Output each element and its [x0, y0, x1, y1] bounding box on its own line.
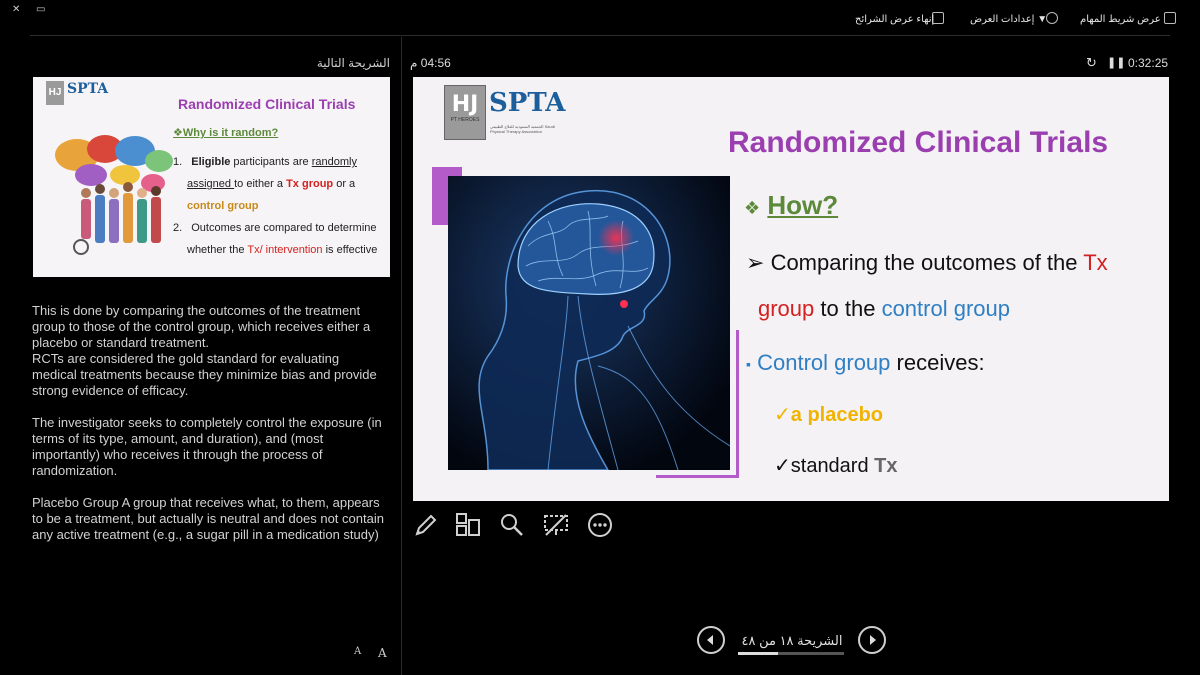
thumb-logo-spa: SPTA: [67, 81, 109, 97]
thumb-item2-a: Outcomes are compared to determine: [191, 222, 377, 234]
display-settings-button[interactable]: ▼ إعدادات العرض: [970, 14, 1047, 25]
thumb-item1-assigned: assigned: [187, 178, 235, 190]
more-icon[interactable]: [587, 512, 613, 538]
increase-font-button[interactable]: A: [378, 646, 387, 660]
notes-paragraph-1: This is done by comparing the outcomes o…: [32, 303, 377, 398]
restore-window-icon[interactable]: ▭: [36, 4, 45, 15]
decrease-font-button[interactable]: A: [354, 646, 361, 657]
thumb-item-2: 2. Outcomes are compared to determine wh…: [173, 217, 388, 261]
display-settings-label: إعدادات العرض: [970, 14, 1035, 25]
notes-paragraph-3: Placebo Group A group that receives what…: [32, 495, 384, 542]
group-text: group: [758, 296, 815, 321]
thumb-item1-either: to either a: [234, 178, 287, 190]
pen-icon[interactable]: [413, 512, 439, 538]
thumb-title: Randomized Clinical Trials: [178, 96, 356, 112]
taskbar-icon[interactable]: [1164, 12, 1176, 24]
elapsed-timer: 0:32:25: [1128, 56, 1169, 70]
thumb-item1-text: participants are: [230, 156, 312, 168]
comparing-text: Comparing the outcomes of the: [770, 250, 1084, 275]
square-bullet-icon: ▪: [746, 356, 751, 373]
diamond-bullet-icon: ❖: [744, 198, 761, 218]
control-group-label: Control group: [757, 350, 891, 375]
slide-progress-fill: [738, 652, 778, 655]
spta-logo: SPTA: [489, 88, 566, 118]
bullet-comparing-cont: group to the control group: [758, 296, 1010, 322]
next-slide-button[interactable]: [858, 626, 886, 654]
slide-title: Randomized Clinical Trials: [728, 126, 1109, 159]
top-divider: [30, 35, 1170, 36]
bullet-control-group: ▪ Control group receives:: [746, 350, 985, 376]
bullet-placebo: ✓a placebo: [774, 404, 884, 426]
show-taskbar-button[interactable]: عرض شريط المهام: [1080, 14, 1161, 25]
logo-hj-subtext: PT HEROES: [450, 117, 480, 123]
thumb-item1-randomly: randomly: [311, 156, 357, 168]
thumb-item1-num: 1.: [173, 156, 183, 168]
thumb-logo-hj: HJ: [46, 81, 64, 105]
thumb-item2-d: is effective: [322, 244, 378, 256]
thumb-question: ❖Why is it random?: [173, 127, 279, 139]
thumb-item1-control: control group: [187, 200, 259, 212]
thumb-item1-eligible: Eligible: [191, 156, 231, 168]
clock: 04:56 م: [410, 56, 451, 70]
top-bar: ✕ ▭ عرض شريط المهام ▼ إعدادات العرض إنها…: [0, 0, 1200, 36]
next-slide-thumbnail[interactable]: HJ SPTA Randomized Clinical Trials ❖Why …: [33, 77, 390, 277]
close-window-icon[interactable]: ✕: [12, 4, 20, 15]
logo-hj-text: HJ: [451, 92, 479, 117]
standard-text: ✓standard: [774, 455, 875, 477]
next-slide-label: الشريحة التالية: [316, 56, 390, 70]
end-slideshow-button[interactable]: إنهاء عرض الشرائح: [855, 14, 934, 25]
thumb-item-1: 1. Eligible participants are randomly as…: [173, 151, 388, 217]
spta-logo-subtitle: الجمعية السعودية للعلاج الطبيعي Saudi Ph…: [490, 124, 555, 134]
thumb-item1-tx: Tx group: [286, 178, 334, 190]
reset-timer-icon[interactable]: ↻: [1086, 55, 1097, 71]
prev-icon: [707, 635, 713, 645]
pause-timer-icon[interactable]: ❚❚: [1107, 56, 1125, 69]
control-group-text: control group: [881, 296, 1010, 321]
bullet-comparing: ➢ Comparing the outcomes of the Tx: [746, 250, 1108, 276]
slide-progress-bar: [738, 652, 844, 655]
zoom-icon[interactable]: [499, 512, 525, 538]
thumb-item2-num: 2.: [173, 222, 183, 234]
slides-grid-icon[interactable]: [455, 512, 481, 538]
pt-heroes-logo: HJ PT HEROES: [444, 85, 486, 140]
tx-text: Tx: [1083, 250, 1108, 275]
thumb-item2-b: whether the: [187, 244, 248, 256]
slide-counter: الشريحة ١٨ من ٤٨: [741, 633, 843, 648]
receives-text: receives:: [890, 350, 985, 375]
panel-divider[interactable]: [401, 37, 402, 675]
brain-xray-image: [448, 176, 730, 470]
how-heading: ❖ How?: [744, 190, 838, 221]
people-illustration: [55, 135, 173, 255]
thumb-item2-tx: Tx/ intervention: [247, 244, 323, 256]
thumb-item1-ora: or a: [333, 178, 356, 190]
screen-off-icon[interactable]: [543, 512, 569, 538]
prev-slide-button[interactable]: [697, 626, 725, 654]
notes-paragraph-2: The investigator seeks to completely con…: [32, 415, 382, 478]
bullet-standard-tx: ✓standard Tx: [774, 453, 898, 478]
next-icon: [870, 635, 876, 645]
chevron-down-icon: ▼: [1037, 14, 1048, 25]
how-text: How?: [767, 190, 839, 220]
arrow-bullet-icon: ➢: [746, 250, 765, 275]
standard-tx-text: Tx: [874, 455, 898, 477]
display-settings-icon[interactable]: [1046, 12, 1058, 24]
to-the-text: to the: [814, 296, 882, 321]
speaker-notes[interactable]: This is done by comparing the outcomes o…: [32, 303, 387, 559]
